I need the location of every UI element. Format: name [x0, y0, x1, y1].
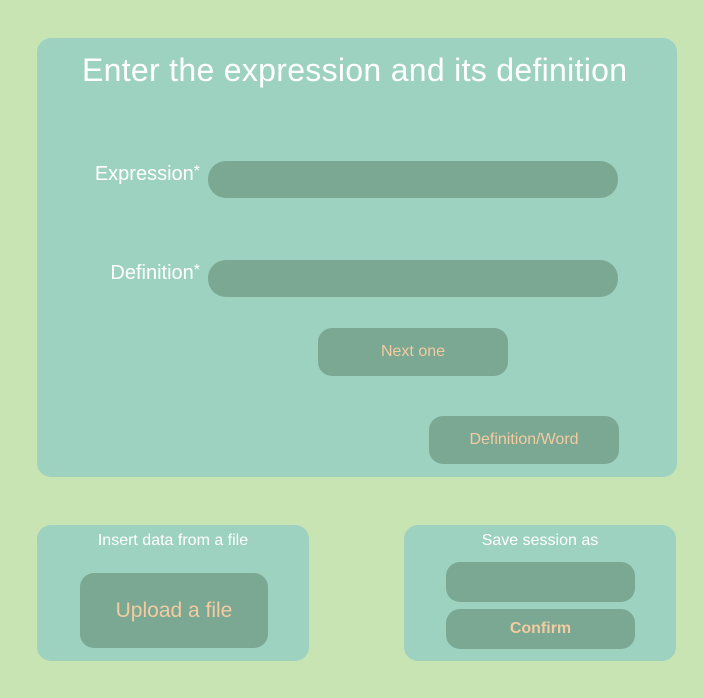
next-one-button[interactable]: Next one: [318, 328, 508, 376]
definition-input[interactable]: [208, 260, 618, 297]
upload-file-button[interactable]: Upload a file: [80, 573, 268, 648]
required-marker: *: [193, 262, 200, 279]
definition-word-toggle-button[interactable]: Definition/Word: [429, 416, 619, 464]
definition-label-text: Definition: [110, 262, 194, 284]
required-marker: *: [193, 163, 200, 180]
expression-label-text: Expression: [94, 163, 194, 185]
expression-input[interactable]: [208, 161, 618, 198]
entry-panel: Enter the expression and its definition …: [37, 38, 677, 477]
session-name-input[interactable]: [446, 562, 635, 602]
file-import-caption: Insert data from a file: [97, 532, 249, 549]
expression-label: Expression*: [95, 163, 200, 186]
file-import-panel: Insert data from a file Upload a file: [37, 525, 309, 661]
save-session-caption: Save session as: [481, 532, 599, 549]
page-title: Enter the expression and its definition: [82, 52, 628, 88]
definition-label: Definition*: [110, 262, 200, 285]
save-session-panel: Save session as Confirm: [404, 525, 676, 661]
confirm-button[interactable]: Confirm: [446, 609, 635, 649]
